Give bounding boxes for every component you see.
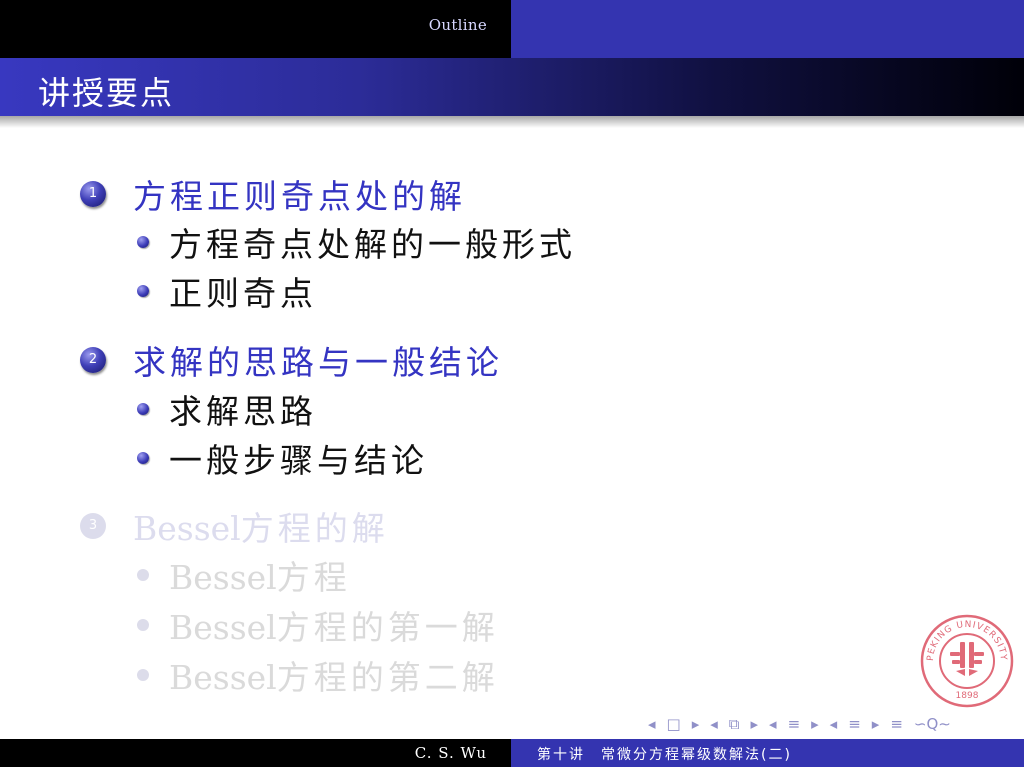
bullet-icon bbox=[137, 285, 149, 297]
subsection-label: 求解思路 bbox=[169, 392, 317, 431]
subsection-latin: Bessel bbox=[169, 558, 277, 597]
subsection-label: Bessel方程的第一解 bbox=[169, 601, 499, 649]
next-frame-icon[interactable]: ▸ bbox=[692, 715, 700, 733]
bullet-icon bbox=[137, 669, 149, 681]
subsection-label: 正则奇点 bbox=[169, 274, 317, 313]
subsection-latin: Bessel bbox=[169, 658, 277, 697]
subsection-label: 一般步骤与结论 bbox=[169, 441, 428, 480]
section-icon[interactable]: ≡ bbox=[788, 715, 801, 733]
subsection-item[interactable]: Bessel方程的第二解 bbox=[137, 651, 499, 699]
search-icon[interactable]: ∽Q∼ bbox=[914, 715, 951, 733]
section-title-latin: Bessel bbox=[133, 509, 241, 548]
align-icon[interactable]: ≡ bbox=[890, 715, 903, 733]
prev-subsection-icon[interactable]: ◂ bbox=[710, 715, 718, 733]
bullet-icon bbox=[137, 619, 149, 631]
subsection-label: 方程奇点处解的一般形式 bbox=[169, 225, 576, 264]
subsection-item[interactable]: 正则奇点 bbox=[137, 267, 317, 315]
footer-bar: C. S. Wu 第十讲 常微分方程幂级数解法(二) bbox=[0, 739, 1024, 767]
footer-left: C. S. Wu bbox=[0, 739, 511, 767]
next-item-icon[interactable]: ▸ bbox=[872, 715, 880, 733]
subsection-icon[interactable]: ⧉ bbox=[729, 715, 740, 733]
university-seal-icon: PEKING UNIVERSITY 1898 bbox=[920, 614, 1014, 708]
footer-right: 第十讲 常微分方程幂级数解法(二) bbox=[511, 739, 1024, 767]
frame-icon[interactable]: □ bbox=[667, 715, 681, 733]
subsection-cjk: 方程 bbox=[276, 558, 351, 597]
subsection-item[interactable]: 一般步骤与结论 bbox=[137, 434, 428, 482]
next-subsection-icon[interactable]: ▸ bbox=[751, 715, 759, 733]
prev-item-icon[interactable]: ◂ bbox=[830, 715, 838, 733]
section-title: 方程正则奇点处的解 bbox=[133, 177, 466, 216]
seal-emblem bbox=[950, 642, 984, 676]
beamer-navigation: ◂ □ ▸ ◂ ⧉ ▸ ◂ ≡ ▸ ◂ ≡ ▸ ≡ ∽Q∼ bbox=[648, 713, 951, 735]
section-number-ball: 2 bbox=[80, 347, 106, 373]
section-item-1[interactable]: 1 方程正则奇点处的解 bbox=[80, 170, 466, 218]
subsection-item[interactable]: Bessel方程的第一解 bbox=[137, 601, 499, 649]
section-number-ball: 1 bbox=[80, 181, 106, 207]
section-title: Bessel方程的解 bbox=[133, 502, 389, 550]
next-section-icon[interactable]: ▸ bbox=[811, 715, 819, 733]
section-number-ball: 3 bbox=[80, 513, 106, 539]
bullet-icon bbox=[137, 452, 149, 464]
section-item-2[interactable]: 2 求解的思路与一般结论 bbox=[80, 336, 503, 384]
prev-section-icon[interactable]: ◂ bbox=[769, 715, 777, 733]
prev-frame-icon[interactable]: ◂ bbox=[648, 715, 656, 733]
footer-author: C. S. Wu bbox=[414, 744, 487, 762]
item-icon[interactable]: ≡ bbox=[848, 715, 861, 733]
subsection-latin: Bessel bbox=[169, 608, 277, 647]
section-title: 求解的思路与一般结论 bbox=[133, 343, 503, 382]
subsection-label: Bessel方程 bbox=[169, 551, 351, 599]
footer-lecture-title: 第十讲 常微分方程幂级数解法(二) bbox=[537, 747, 792, 763]
subsection-label: Bessel方程的第二解 bbox=[169, 651, 499, 699]
seal-year: 1898 bbox=[956, 691, 979, 701]
slide-content: 1 方程正则奇点处的解 方程奇点处解的一般形式 正则奇点 2 求解的思路与一般结… bbox=[0, 0, 1024, 767]
bullet-icon bbox=[137, 236, 149, 248]
subsection-item[interactable]: 方程奇点处解的一般形式 bbox=[137, 218, 576, 266]
subsection-item[interactable]: 求解思路 bbox=[137, 385, 317, 433]
section-title-cjk: 方程的解 bbox=[240, 509, 389, 548]
subsection-item[interactable]: Bessel方程 bbox=[137, 551, 351, 599]
section-item-3[interactable]: 3 Bessel方程的解 bbox=[80, 502, 389, 550]
bullet-icon bbox=[137, 403, 149, 415]
subsection-cjk: 方程的第一解 bbox=[276, 608, 499, 647]
bullet-icon bbox=[137, 569, 149, 581]
subsection-cjk: 方程的第二解 bbox=[276, 658, 499, 697]
